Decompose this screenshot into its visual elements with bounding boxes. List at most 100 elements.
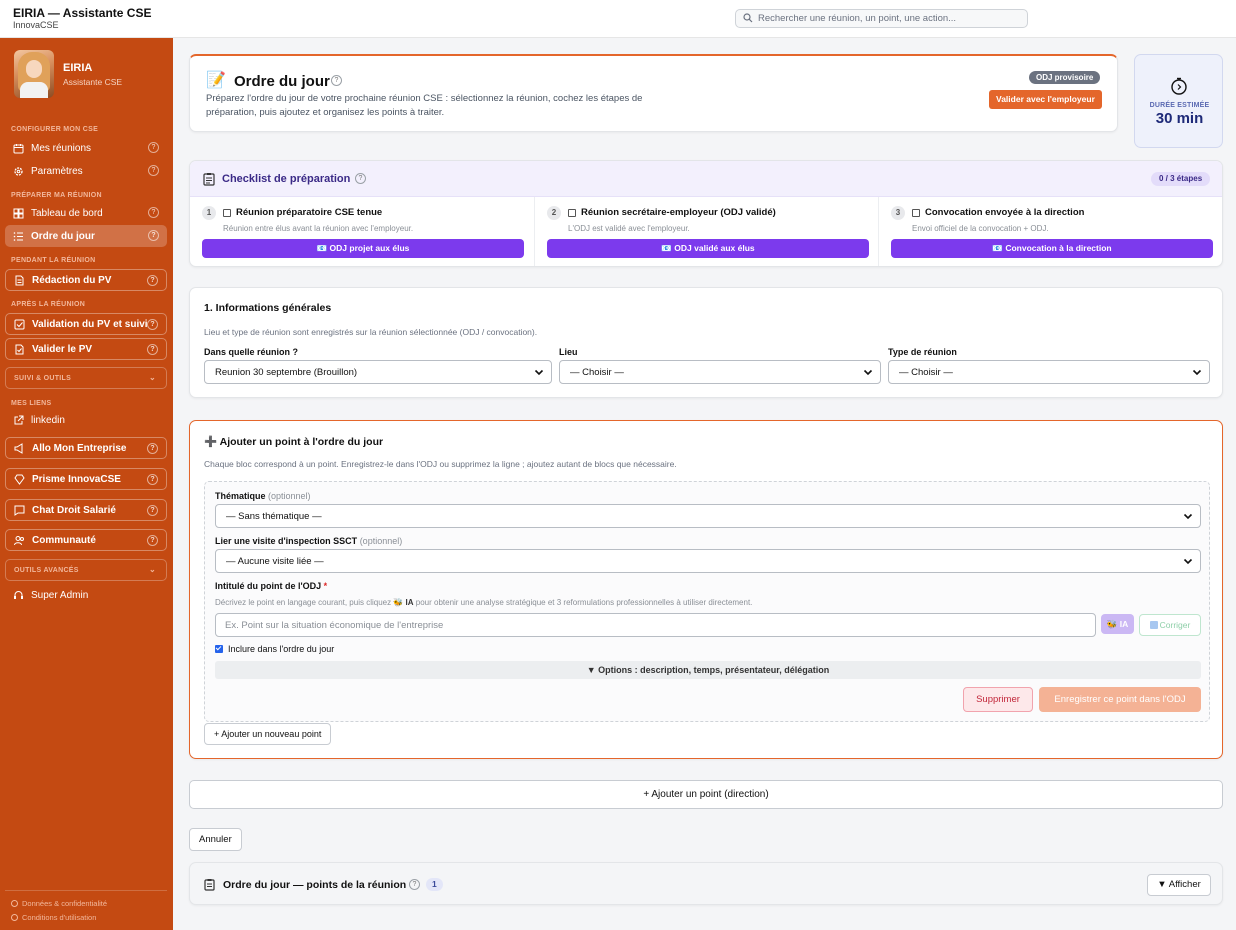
reunion-select[interactable]: Reunion 30 septembre (Brouillon) — [204, 360, 552, 384]
help-icon[interactable]: ? — [331, 75, 342, 86]
spellcheck-icon — [1149, 621, 1158, 629]
help-icon[interactable]: ? — [409, 879, 420, 890]
lieu-label: Lieu — [559, 347, 578, 357]
step-title: Réunion préparatoire CSE tenue — [236, 207, 383, 218]
search-input[interactable]: Rechercher une réunion, un point, une ac… — [735, 9, 1028, 28]
page-header: 📝 Ordre du jour ? Préparez l'ordre du jo… — [189, 54, 1118, 132]
help-icon[interactable]: ? — [147, 535, 158, 546]
select-value: — Choisir — — [570, 367, 624, 378]
dashboard-icon — [13, 208, 24, 218]
stopwatch-icon — [1171, 77, 1187, 95]
step-description: Réunion entre élus avant la réunion avec… — [223, 224, 414, 233]
send-convocation-button[interactable]: 📧 Convocation à la direction — [891, 239, 1213, 258]
cancel-button[interactable]: Annuler — [189, 828, 242, 851]
checklist-step: 2 Réunion secrétaire-employeur (ODJ vali… — [534, 197, 878, 266]
section-title: 1. Informations générales — [204, 302, 332, 314]
add-direction-point-button[interactable]: + Ajouter un point (direction) — [189, 780, 1223, 809]
sidebar-item-label: Communauté — [32, 534, 96, 546]
thematique-label: Thématique (optionnel) — [215, 491, 311, 501]
sidebar-group-outils-avances[interactable]: OUTILS AVANCÉS ⌄ — [5, 559, 167, 581]
help-icon[interactable]: ? — [147, 344, 158, 355]
section-configurer: CONFIGURER MON CSE — [11, 126, 99, 133]
input-placeholder: Ex. Point sur la situation économique de… — [225, 620, 444, 631]
app-subtitle: InnovaCSE — [13, 20, 59, 30]
type-select[interactable]: — Choisir — — [888, 360, 1210, 384]
sidebar-item-label: Tableau de bord — [31, 207, 103, 219]
sidebar-item-ordre-du-jour[interactable]: Ordre du jour ? — [5, 225, 167, 247]
step-checkbox[interactable] — [223, 209, 231, 217]
correct-button[interactable]: Corriger — [1139, 614, 1201, 636]
help-icon[interactable]: ? — [148, 142, 159, 153]
sidebar-item-label: Ordre du jour — [31, 230, 95, 242]
sidebar-item-communaute[interactable]: Communauté ? — [5, 529, 167, 551]
validate-employer-button[interactable]: Valider avec l'employeur — [989, 90, 1102, 109]
footer-link-donnees[interactable]: Données & confidentialité — [11, 899, 107, 908]
thematique-select[interactable]: — Sans thématique — — [215, 504, 1201, 528]
ia-button[interactable]: 🐝 IA — [1101, 614, 1134, 634]
checklist-step: 1 Réunion préparatoire CSE tenue Réunion… — [190, 197, 534, 266]
headset-icon — [14, 590, 23, 599]
include-checkbox[interactable] — [215, 645, 223, 653]
document-check-icon — [15, 344, 24, 354]
step-number: 3 — [891, 206, 905, 220]
sidebar-item-prisme[interactable]: Prisme InnovaCSE ? — [5, 468, 167, 490]
select-value: — Aucune visite liée — — [226, 556, 324, 567]
delete-button[interactable]: Supprimer — [963, 687, 1033, 712]
help-icon[interactable]: ? — [147, 443, 158, 454]
show-points-button[interactable]: ▼ Afficher — [1147, 874, 1211, 896]
checklist-title: Checklist de préparation — [222, 173, 351, 185]
profile-name: EIRIA — [63, 62, 93, 74]
megaphone-icon — [14, 442, 23, 454]
list-icon — [13, 231, 23, 241]
sidebar-item-linkedin[interactable]: linkedin — [5, 409, 167, 431]
sidebar-item-super-admin[interactable]: Super Admin — [5, 584, 167, 606]
lieu-select[interactable]: — Choisir — — [559, 360, 881, 384]
footer-link-conditions[interactable]: Conditions d'utilisation — [11, 913, 96, 922]
sidebar-item-parametres[interactable]: Paramètres ? — [5, 160, 167, 182]
select-value: Reunion 30 septembre (Brouillon) — [215, 367, 358, 378]
button-label: Corriger — [1159, 620, 1191, 630]
section-title-text: Ajouter un point à l'ordre du jour — [219, 436, 384, 448]
app-title: EIRIA — Assistante CSE — [13, 6, 152, 20]
step-number: 2 — [547, 206, 561, 220]
gear-icon — [14, 166, 23, 176]
help-icon[interactable]: ? — [147, 505, 158, 516]
send-odj-valide-button[interactable]: 📧 ODJ validé aux élus — [547, 239, 869, 258]
sidebar-item-valider-pv[interactable]: Valider le PV ? — [5, 338, 167, 360]
group-label: OUTILS AVANCÉS — [14, 566, 79, 574]
external-link-icon — [14, 415, 24, 424]
step-checkbox[interactable] — [568, 209, 576, 217]
help-icon[interactable]: ? — [147, 474, 158, 485]
sidebar-item-chat-droit[interactable]: Chat Droit Salarié ? — [5, 499, 167, 521]
intitule-input[interactable]: Ex. Point sur la situation économique de… — [215, 613, 1096, 637]
help-icon[interactable]: ? — [148, 207, 159, 218]
send-odj-projet-button[interactable]: 📧 ODJ projet aux élus — [202, 239, 524, 258]
help-icon[interactable]: ? — [148, 165, 159, 176]
sidebar-item-validation-pv[interactable]: Validation du PV et suivi ? — [5, 313, 167, 335]
help-icon[interactable]: ? — [147, 275, 158, 286]
chevron-down-icon: ⌄ — [148, 565, 156, 574]
footer-label: Données & confidentialité — [22, 899, 108, 908]
save-point-button[interactable]: Enregistrer ce point dans l'ODJ — [1039, 687, 1201, 712]
sidebar-item-mes-reunions[interactable]: Mes réunions ? — [5, 137, 167, 159]
general-info-card: 1. Informations générales Lieu et type d… — [189, 287, 1223, 398]
sidebar-item-redaction-pv[interactable]: Rédaction du PV ? — [5, 269, 167, 291]
sidebar-group-suivi-outils[interactable]: SUIVI & OUTILS ⌄ — [5, 367, 167, 389]
diamond-icon — [14, 474, 25, 485]
options-toggle[interactable]: ▼ Options : description, temps, présenta… — [215, 661, 1201, 679]
help-icon[interactable]: ? — [147, 319, 158, 330]
help-icon[interactable]: ? — [148, 230, 159, 241]
step-checkbox[interactable] — [912, 209, 920, 217]
chevron-down-icon — [1192, 369, 1202, 376]
sidebar-item-allo[interactable]: Allo Mon Entreprise ? — [5, 437, 167, 459]
sidebar-item-label: Valider le PV — [32, 343, 93, 355]
memo-icon: 📝 — [206, 72, 226, 89]
footer-label: Conditions d'utilisation — [22, 913, 97, 922]
plus-icon: ➕ — [204, 436, 218, 448]
sidebar-item-tableau-de-bord[interactable]: Tableau de bord ? — [5, 202, 167, 224]
sidebar: EIRIA Assistante CSE CONFIGURER MON CSE … — [0, 38, 173, 930]
intitule-label: Intitulé du point de l'ODJ * — [215, 581, 328, 591]
visite-select[interactable]: — Aucune visite liée — — [215, 549, 1201, 573]
help-icon[interactable]: ? — [355, 173, 366, 184]
add-new-point-button[interactable]: + Ajouter un nouveau point — [204, 723, 332, 745]
